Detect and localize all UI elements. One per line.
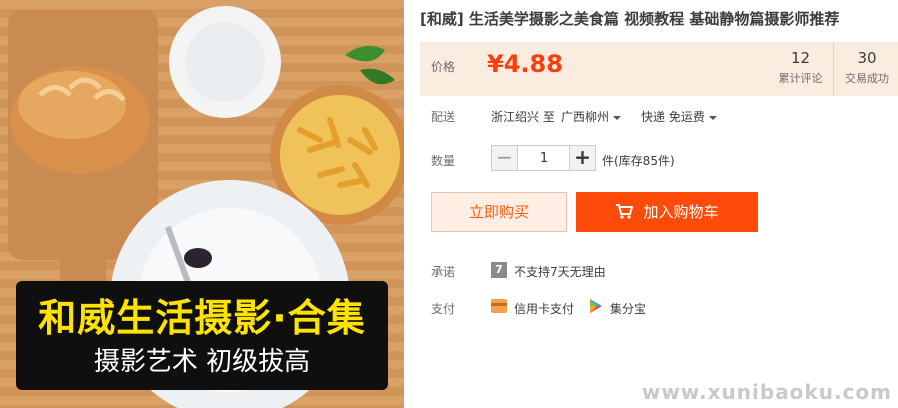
stock-text: 件(库存85件) — [602, 154, 675, 168]
quantity-input[interactable] — [519, 146, 569, 170]
price-value: ¥4.88 — [487, 50, 563, 78]
quantity-label: 数量 — [431, 154, 456, 168]
deals-label: 交易成功 — [845, 72, 889, 85]
price-box: 价格 ¥4.88 12 累计评论 30 交易成功 — [420, 42, 898, 96]
shipping-from: 浙江绍兴 至 — [491, 110, 555, 124]
shipping-method: 快递 免运费 — [641, 110, 705, 124]
reviews-count: 12 — [790, 49, 811, 67]
quantity-decrease-button[interactable]: − — [492, 146, 518, 170]
promise-text: 不支持7天无理由 — [514, 265, 606, 279]
shipping-destination-select[interactable]: 广西柳州 — [561, 108, 622, 125]
credit-card-payment: 信用卡支付 — [514, 302, 575, 316]
product-info-panel: [和威] 生活美学摄影之美食篇 视频教程 基础静物篇摄影师推荐 价格 ¥4.88… — [420, 0, 898, 408]
promo-subtitle: 摄影艺术 初级拔高 — [93, 347, 311, 377]
chevron-down-icon — [613, 115, 622, 120]
shipping-method-select[interactable]: 快递 免运费 — [641, 108, 717, 125]
credit-card-icon — [491, 299, 507, 313]
reviews-stat[interactable]: 12 累计评论 — [768, 42, 834, 96]
watermark: www.xunibaoku.com — [641, 380, 892, 404]
payment-label: 支付 — [431, 302, 456, 316]
jifenbao-icon — [590, 299, 602, 313]
reviews-label: 累计评论 — [778, 72, 823, 85]
chevron-down-icon — [708, 115, 717, 120]
promo-banner: 和威生活摄影·合集 摄影艺术 初级拔高 — [16, 281, 388, 390]
deals-stat[interactable]: 30 交易成功 — [834, 42, 898, 96]
price-label: 价格 — [431, 60, 456, 74]
shipping-destination: 广西柳州 — [561, 110, 610, 124]
quantity-stepper: − + — [491, 145, 596, 171]
shipping-label: 配送 — [431, 110, 456, 124]
product-image[interactable]: 和威生活摄影·合集 摄影艺术 初级拔高 — [0, 0, 404, 408]
add-to-cart-button[interactable]: 加入购物车 — [576, 192, 758, 232]
product-title: [和威] 生活美学摄影之美食篇 视频教程 基础静物篇摄影师推荐 — [420, 10, 840, 28]
promo-title: 和威生活摄影·合集 — [38, 296, 366, 340]
deals-count: 30 — [857, 49, 877, 67]
buy-now-button[interactable]: 立即购买 — [431, 192, 567, 232]
add-to-cart-label: 加入购物车 — [643, 203, 719, 221]
promise-label: 承诺 — [431, 265, 456, 279]
cart-icon — [616, 204, 634, 219]
quantity-increase-button[interactable]: + — [569, 146, 595, 170]
seven-day-icon: 7 — [491, 262, 507, 278]
jifenbao-payment: 集分宝 — [610, 302, 647, 316]
